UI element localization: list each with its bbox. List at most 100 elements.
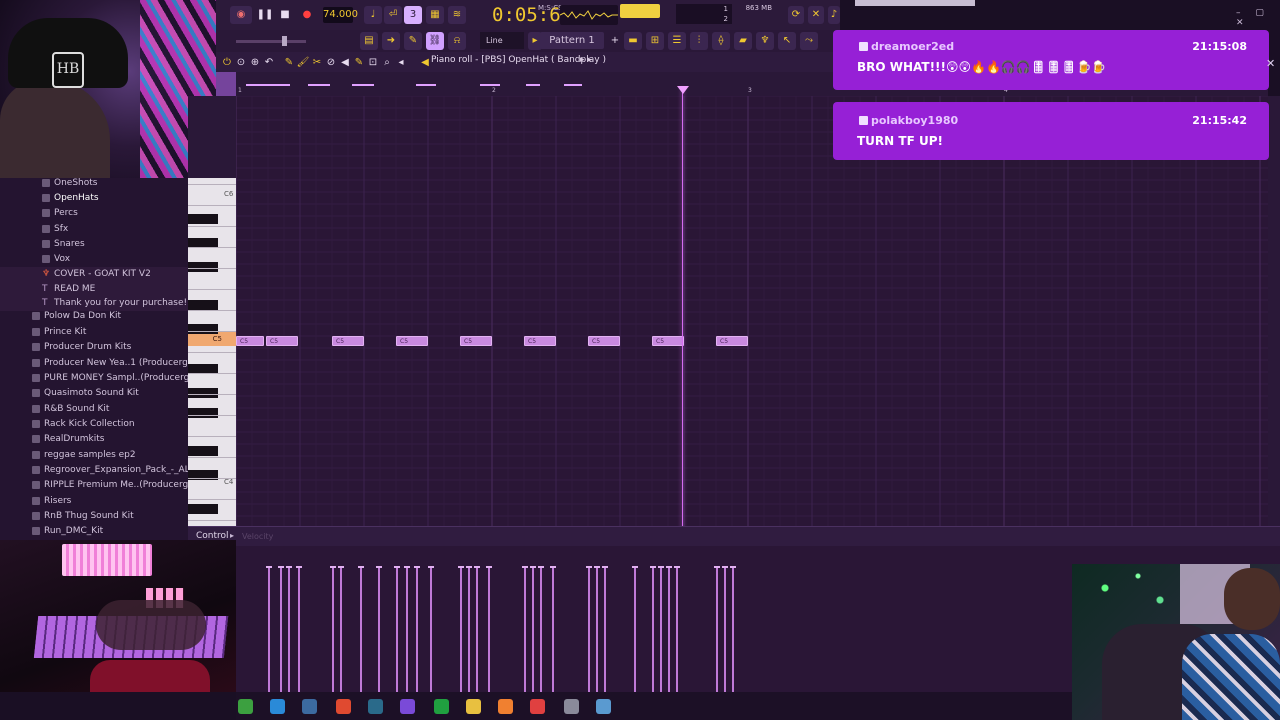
control-dropdown-icon[interactable]: ▸ xyxy=(230,531,234,540)
browser-item[interactable]: Regroover_Expansion_Pack_-_ALPHA xyxy=(0,463,188,478)
velocity-handle[interactable] xyxy=(404,566,410,568)
velocity-handle[interactable] xyxy=(632,566,638,568)
velocity-bar[interactable] xyxy=(416,568,418,692)
velocity-bar[interactable] xyxy=(732,568,734,692)
playlist-icon[interactable]: ▬ xyxy=(624,32,642,50)
metronome-icon[interactable]: ♩ xyxy=(364,6,382,24)
folder-icon[interactable]: ▰ xyxy=(734,32,752,50)
note[interactable]: C5 xyxy=(588,336,620,346)
browser-item[interactable]: Quasimoto Sound Kit xyxy=(0,386,188,401)
title-arrows-icon[interactable]: ▸ ▸ xyxy=(580,55,592,65)
velocity-handle[interactable] xyxy=(338,566,344,568)
browser-item[interactable]: OneShots xyxy=(0,178,188,191)
velocity-handle[interactable] xyxy=(458,566,464,568)
plug-icon[interactable]: ♆ xyxy=(756,32,774,50)
step-edit-icon[interactable]: ▦ xyxy=(426,6,444,24)
browser-item[interactable]: RealDrumkits xyxy=(0,432,188,447)
browser-item[interactable]: T READ ME xyxy=(0,282,188,297)
velocity-bar[interactable] xyxy=(340,568,342,692)
record-icon[interactable]: ● xyxy=(298,6,316,24)
note[interactable]: C5 xyxy=(524,336,556,346)
close-icon[interactable]: ✕ xyxy=(1266,57,1275,70)
browser-item[interactable]: RIPPLE Premium Me..(Producergrind) xyxy=(0,478,188,493)
velocity-handle[interactable] xyxy=(550,566,556,568)
note[interactable]: C5 xyxy=(236,336,264,346)
velocity-handle[interactable] xyxy=(530,566,536,568)
velocity-handle[interactable] xyxy=(394,566,400,568)
app-icon[interactable] xyxy=(368,699,383,714)
browser-item[interactable]: Producer Drum Kits xyxy=(0,340,188,355)
preview-icon[interactable]: ◀ xyxy=(418,54,432,72)
delete-tool-icon[interactable]: ✂ xyxy=(310,54,324,72)
pause-icon[interactable]: ❚❚ xyxy=(256,6,274,24)
playhead-marker[interactable] xyxy=(677,86,689,94)
window-icon[interactable] xyxy=(564,699,579,714)
velocity-handle[interactable] xyxy=(376,566,382,568)
recorder-icon[interactable] xyxy=(530,699,545,714)
velocity-handle[interactable] xyxy=(428,566,434,568)
note[interactable]: C5 xyxy=(716,336,748,346)
black-key[interactable] xyxy=(188,214,218,224)
note[interactable]: C5 xyxy=(266,336,298,346)
velocity-bar[interactable] xyxy=(676,568,678,692)
draw-tool-icon[interactable]: ✎ xyxy=(282,54,296,72)
black-key[interactable] xyxy=(188,324,218,334)
velocity-handle[interactable] xyxy=(522,566,528,568)
tempo-tap-icon[interactable]: ⤳ xyxy=(800,32,818,50)
browser-item[interactable]: Prince Kit xyxy=(0,325,188,340)
pattern-selector[interactable]: Pattern 1 xyxy=(540,32,604,49)
browser-item[interactable]: ♆ COVER - GOAT KIT V2 xyxy=(0,267,188,282)
xbox-icon[interactable] xyxy=(434,699,449,714)
velocity-bar[interactable] xyxy=(332,568,334,692)
velocity-bar[interactable] xyxy=(596,568,598,692)
slip-tool-icon[interactable]: ⊡ xyxy=(366,54,380,72)
browser-item[interactable]: Rack Kick Collection xyxy=(0,417,188,432)
velocity-handle[interactable] xyxy=(286,566,292,568)
paint-tool-icon[interactable]: 🖌 xyxy=(296,54,310,72)
mixer-sliders-icon[interactable]: ⫶ xyxy=(690,32,708,50)
velocity-bar[interactable] xyxy=(476,568,478,692)
mic-icon[interactable]: ♪ xyxy=(828,6,840,24)
velocity-handle[interactable] xyxy=(466,566,472,568)
browser-item[interactable]: Risers xyxy=(0,494,188,509)
velocity-handle[interactable] xyxy=(722,566,728,568)
tempo-display[interactable]: 74.000 xyxy=(323,7,358,23)
arrow-icon[interactable]: ➜ xyxy=(382,32,400,50)
black-key[interactable] xyxy=(188,446,218,456)
velocity-bar[interactable] xyxy=(604,568,606,692)
undo-icon[interactable]: ↶ xyxy=(262,54,276,72)
key-c5[interactable]: C5 xyxy=(188,332,236,346)
bell-icon[interactable]: ⍾ xyxy=(448,32,466,50)
file-browser[interactable]: OneShots OpenHats Percs Sfx Snares Vox ♆ COVER … xyxy=(0,178,188,540)
plugin-icon[interactable]: ⟠ xyxy=(712,32,730,50)
velocity-handle[interactable] xyxy=(474,566,480,568)
velocity-bar[interactable] xyxy=(588,568,590,692)
velocity-bar[interactable] xyxy=(634,568,636,692)
velocity-bar[interactable] xyxy=(280,568,282,692)
velocity-handle[interactable] xyxy=(650,566,656,568)
select-tool-icon[interactable]: ✎ xyxy=(352,54,366,72)
velocity-bar[interactable] xyxy=(298,568,300,692)
arc-icon[interactable] xyxy=(400,699,415,714)
velocity-bar[interactable] xyxy=(406,568,408,692)
piano-roll-icon[interactable]: ▤ xyxy=(360,32,378,50)
chrome-icon[interactable] xyxy=(336,699,351,714)
velocity-bar[interactable] xyxy=(716,568,718,692)
black-key[interactable] xyxy=(188,504,218,514)
velocity-bar[interactable] xyxy=(360,568,362,692)
note[interactable]: C5 xyxy=(332,336,364,346)
file-explorer-icon[interactable] xyxy=(466,699,481,714)
velocity-bar[interactable] xyxy=(468,568,470,692)
browser-item[interactable]: Polow Da Don Kit xyxy=(0,309,188,324)
velocity-handle[interactable] xyxy=(730,566,736,568)
browser-item[interactable]: Producer New Yea..1 (Producergrind) xyxy=(0,356,188,371)
velocity-bar[interactable] xyxy=(652,568,654,692)
mute-tool-icon[interactable]: ⊘ xyxy=(324,54,338,72)
magnet-icon[interactable]: ⊕ xyxy=(248,54,262,72)
piano-keyboard[interactable]: C6 C4 C5 xyxy=(188,178,236,526)
blend-notes-icon[interactable]: ≋ xyxy=(448,6,466,24)
black-key[interactable] xyxy=(188,408,218,418)
velocity-bar[interactable] xyxy=(268,568,270,692)
velocity-bar[interactable] xyxy=(552,568,554,692)
velocity-handle[interactable] xyxy=(666,566,672,568)
